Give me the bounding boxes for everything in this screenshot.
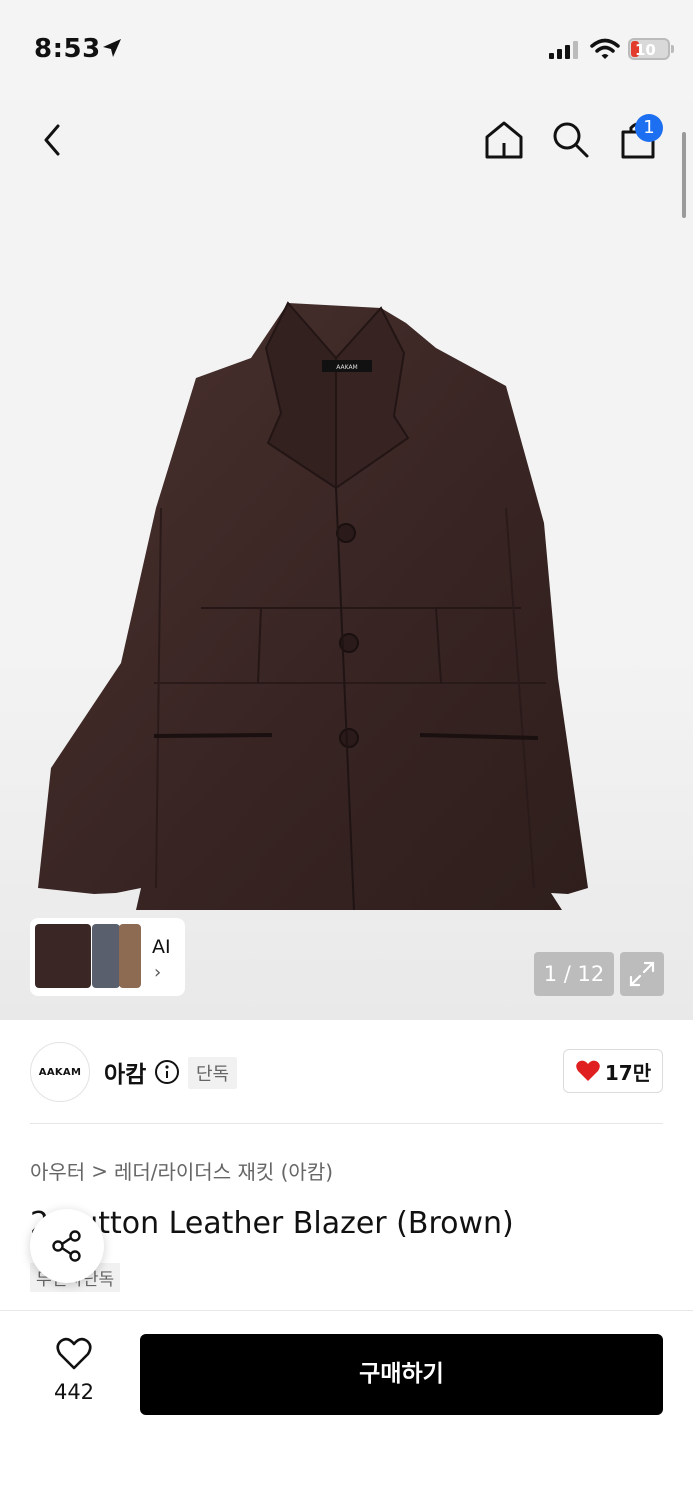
share-icon	[52, 1230, 81, 1262]
product-gallery[interactable]: 1 AAKAM AI › 1 / 12	[0, 100, 693, 1020]
battery-icon: 10	[628, 38, 670, 60]
breadcrumb-separator: >	[91, 1158, 108, 1183]
heart-outline-icon	[56, 1337, 92, 1370]
ai-label: AI	[152, 936, 171, 958]
status-bar: 8:53 10	[0, 0, 693, 100]
home-icon	[485, 121, 523, 159]
breadcrumb-subcategory[interactable]: 레더/라이더스 재킷 (아캄)	[114, 1156, 333, 1185]
garment-neck-label: AAKAM	[336, 364, 358, 371]
exclusive-badge: 단독	[188, 1057, 238, 1089]
thumbnail-model-2	[119, 924, 141, 988]
cart-count-badge: 1	[635, 114, 663, 142]
cellular-signal-icon	[549, 40, 579, 64]
share-button[interactable]	[30, 1209, 104, 1283]
search-icon	[553, 122, 589, 158]
section-divider	[30, 1123, 663, 1124]
scrollbar[interactable]	[682, 132, 686, 218]
product-image-jacket: AAKAM	[38, 301, 588, 911]
thumbnail-jacket	[35, 924, 91, 988]
buy-button[interactable]: 구매하기	[140, 1334, 663, 1415]
breadcrumb-category[interactable]: 아우터	[30, 1156, 85, 1185]
location-arrow-icon	[102, 38, 122, 62]
brand-name[interactable]: 아캄	[104, 1055, 146, 1089]
battery-percent: 10	[635, 41, 656, 59]
brand-like-count: 17만	[604, 1060, 652, 1085]
wishlist-count: 442	[53, 1380, 95, 1404]
chevron-left-icon	[44, 124, 60, 156]
expand-button[interactable]	[620, 952, 664, 996]
expand-icon	[629, 961, 655, 987]
status-time: 8:53	[34, 34, 101, 64]
back-button[interactable]	[22, 110, 82, 170]
wifi-icon	[590, 38, 620, 64]
info-icon[interactable]	[154, 1059, 180, 1089]
image-page-counter: 1 / 12	[534, 952, 614, 996]
thumbnail-model-1	[92, 924, 120, 988]
home-button[interactable]	[474, 110, 534, 170]
brand-logo[interactable]: AAKAM	[30, 1042, 90, 1102]
breadcrumb: 아우터 > 레더/라이더스 재킷 (아캄)	[30, 1156, 333, 1185]
search-button[interactable]	[541, 110, 601, 170]
heart-filled-icon	[576, 1060, 600, 1081]
chevron-right-icon: ›	[154, 962, 162, 983]
battery-cap	[671, 45, 674, 53]
brand-like-button[interactable]: 17만	[563, 1049, 663, 1093]
